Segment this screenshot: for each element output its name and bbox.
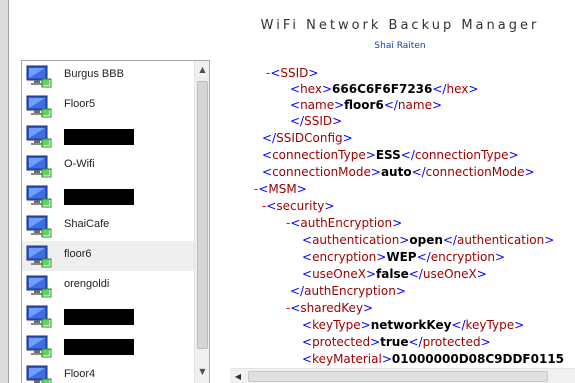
list-item[interactable]	[22, 121, 194, 151]
wireless-network-icon	[26, 124, 52, 148]
list-item[interactable]	[22, 301, 194, 331]
xml-line: <hex>666C6F6F7236</hex>	[290, 82, 479, 96]
xml-line: <keyType>networkKey</keyType>	[302, 318, 525, 332]
scroll-left-icon[interactable]: ◀	[230, 369, 246, 383]
network-list[interactable]: ▲ ▼ Burgus BBB Floor5 O-Wifi ShaiCafe fl…	[21, 60, 210, 383]
wireless-network-icon	[26, 274, 52, 298]
network-name: O-Wifi	[64, 158, 95, 170]
author-link[interactable]: Shai Raiten	[330, 41, 470, 51]
list-item[interactable]: O-Wifi	[22, 151, 194, 181]
network-name: floor6	[64, 248, 92, 260]
xml-line: -<sharedKey>	[286, 301, 374, 315]
xml-viewer: -<SSID> <hex>666C6F6F7236</hex> <name>floo…	[232, 60, 575, 368]
xml-line: -<authEncryption>	[286, 216, 403, 230]
redacted-label	[64, 129, 134, 145]
scrollbar-thumb[interactable]	[248, 371, 548, 382]
wireless-network-icon	[26, 64, 52, 88]
xml-line: -<SSID>	[266, 66, 319, 80]
xml-line: <keyMaterial>01000000D08C9DDF0115	[302, 352, 565, 366]
wireless-network-icon	[26, 334, 52, 358]
wireless-network-icon	[26, 244, 52, 268]
window-frame-left	[0, 0, 9, 383]
list-item[interactable]: Burgus BBB	[22, 61, 194, 91]
app-window: WiFi Network Backup Manager Shai Raiten …	[0, 0, 575, 383]
xml-line: <connectionMode>auto</connectionMode>	[262, 165, 535, 179]
redacted-label	[64, 309, 134, 325]
xml-line: -<security>	[262, 199, 335, 213]
list-vertical-scrollbar[interactable]: ▲ ▼	[194, 61, 209, 383]
wireless-network-icon	[26, 364, 52, 383]
scroll-up-icon[interactable]: ▲	[195, 61, 209, 77]
wireless-network-icon	[26, 94, 52, 118]
xml-line: <name>floor6</name>	[290, 98, 443, 112]
list-item[interactable]: Floor4	[22, 361, 194, 383]
wireless-network-icon	[26, 304, 52, 328]
xml-horizontal-scrollbar[interactable]: ◀	[230, 368, 575, 383]
app-title: WiFi Network Backup Manager	[260, 18, 540, 33]
network-name: Floor4	[64, 368, 96, 380]
xml-line: </SSIDConfig>	[262, 131, 353, 145]
redacted-label	[64, 339, 134, 355]
wireless-network-icon	[26, 154, 52, 178]
wireless-network-icon	[26, 214, 52, 238]
network-name: Burgus BBB	[64, 68, 124, 80]
scrollbar-thumb[interactable]	[197, 81, 208, 349]
xml-line: <encryption>WEP</encryption>	[302, 250, 505, 264]
scroll-down-icon[interactable]: ▼	[195, 363, 209, 379]
xml-line: <connectionType>ESS</connectionType>	[262, 148, 519, 162]
list-item[interactable]	[22, 181, 194, 211]
xml-line: <useOneX>false</useOneX>	[302, 267, 487, 281]
list-item[interactable]: ShaiCafe	[22, 211, 194, 241]
list-item[interactable]	[22, 331, 194, 361]
network-name: ShaiCafe	[64, 218, 110, 230]
network-name: orengoldi	[64, 278, 110, 290]
redacted-label	[64, 189, 134, 205]
xml-line: <authentication>open</authentication>	[302, 233, 555, 247]
xml-line: </authEncryption>	[290, 284, 406, 298]
xml-line: <protected>true</protected>	[302, 335, 491, 349]
xml-line: </SSID>	[290, 114, 343, 128]
list-item[interactable]: floor6	[22, 241, 194, 271]
list-item[interactable]: orengoldi	[22, 271, 194, 301]
network-name: Floor5	[64, 98, 96, 110]
list-item[interactable]: Floor5	[22, 91, 194, 121]
xml-line: -<MSM>	[254, 182, 307, 196]
wireless-network-icon	[26, 184, 52, 208]
